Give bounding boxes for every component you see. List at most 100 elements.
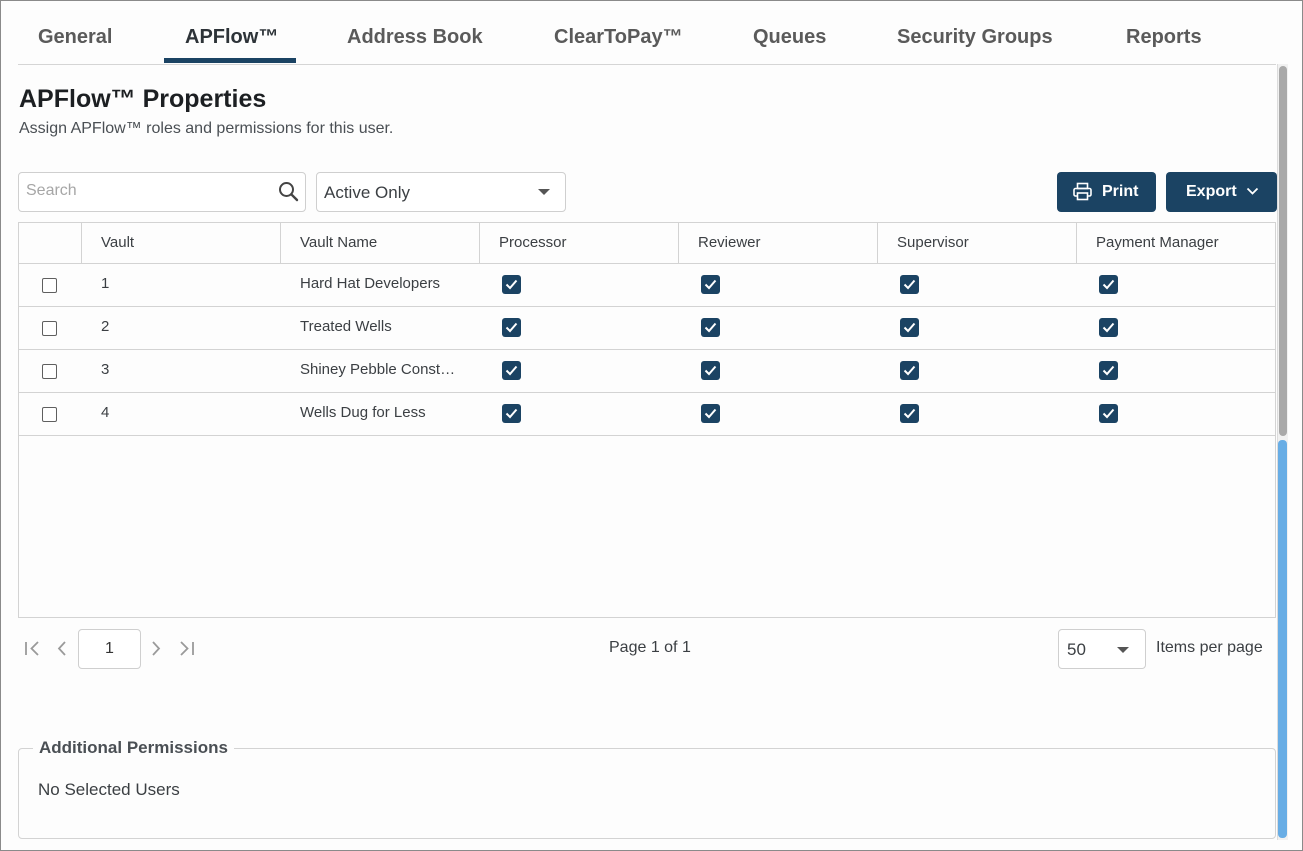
next-page-icon[interactable] <box>150 640 162 657</box>
dropdown-caret-icon <box>538 189 550 195</box>
row-select-checkbox[interactable] <box>42 407 57 422</box>
table-row: 2 Treated Wells <box>19 306 1275 350</box>
page-subtitle: Assign APFlow™ roles and permissions for… <box>19 120 394 137</box>
reviewer-checkbox[interactable] <box>701 404 720 423</box>
scrollbar-upper-segment[interactable] <box>1279 66 1287 436</box>
processor-checkbox[interactable] <box>502 404 521 423</box>
export-button-label: Export <box>1186 183 1237 200</box>
status-filter-value: Active Only <box>324 183 410 202</box>
column-header-payment-manager[interactable]: Payment Manager <box>1077 223 1275 263</box>
payment-manager-checkbox[interactable] <box>1099 404 1118 423</box>
supervisor-checkbox[interactable] <box>900 404 919 423</box>
reviewer-checkbox[interactable] <box>701 275 720 294</box>
active-tab-indicator <box>164 58 296 63</box>
payment-manager-checkbox[interactable] <box>1099 361 1118 380</box>
additional-permissions-panel <box>18 748 1276 839</box>
checkmark-icon <box>903 408 916 419</box>
print-button-label: Print <box>1102 183 1139 200</box>
prev-page-icon[interactable] <box>56 640 68 657</box>
processor-checkbox[interactable] <box>502 361 521 380</box>
grid-header: Vault Vault Name Processor Reviewer Supe… <box>19 223 1275 264</box>
vault-number: 4 <box>101 404 110 421</box>
reviewer-checkbox[interactable] <box>701 318 720 337</box>
checkmark-icon <box>1102 279 1115 290</box>
row-select-checkbox[interactable] <box>42 321 57 336</box>
column-header-supervisor[interactable]: Supervisor <box>878 223 1077 263</box>
supervisor-checkbox[interactable] <box>900 275 919 294</box>
checkmark-icon <box>903 279 916 290</box>
checkmark-icon <box>903 365 916 376</box>
payment-manager-checkbox[interactable] <box>1099 275 1118 294</box>
page-number-field <box>78 629 141 669</box>
vault-number: 2 <box>101 318 110 335</box>
checkmark-icon <box>505 279 518 290</box>
status-filter-select[interactable]: Active Only <box>316 172 566 212</box>
vault-roles-grid: Vault Vault Name Processor Reviewer Supe… <box>18 222 1276 618</box>
column-header-vault-name[interactable]: Vault Name <box>281 223 480 263</box>
vault-name: Hard Hat Developers <box>300 275 441 292</box>
last-page-icon[interactable] <box>177 640 195 657</box>
page-info: Page 1 of 1 <box>609 639 691 656</box>
vault-name: Wells Dug for Less <box>300 404 426 421</box>
page-size-label: Items per page <box>1156 639 1263 656</box>
dropdown-caret-icon <box>1117 647 1129 653</box>
reviewer-checkbox[interactable] <box>701 361 720 380</box>
checkmark-icon <box>1102 365 1115 376</box>
tab-address-book[interactable]: Address Book <box>347 26 483 49</box>
checkmark-icon <box>1102 322 1115 333</box>
chevron-down-icon <box>1246 187 1259 195</box>
printer-icon <box>1073 182 1092 201</box>
checkmark-icon <box>505 408 518 419</box>
column-header-label: Vault Name <box>300 234 378 251</box>
page-size-value: 50 <box>1067 640 1086 659</box>
column-header-label: Payment Manager <box>1096 234 1219 251</box>
supervisor-checkbox[interactable] <box>900 318 919 337</box>
vault-name: Treated Wells <box>300 318 392 335</box>
table-row: 4 Wells Dug for Less <box>19 392 1275 436</box>
tab-security-groups[interactable]: Security Groups <box>897 26 1053 49</box>
search-box <box>18 172 306 212</box>
column-header-label: Vault <box>101 234 135 251</box>
tab-cleartopay[interactable]: ClearToPay™ <box>554 26 683 49</box>
scrollbar-thumb[interactable] <box>1278 440 1287 838</box>
select-column-header <box>19 223 82 263</box>
row-select-checkbox[interactable] <box>42 364 57 379</box>
additional-permissions-empty-text: No Selected Users <box>38 780 180 799</box>
search-input[interactable] <box>19 173 276 209</box>
column-header-processor[interactable]: Processor <box>480 223 679 263</box>
vault-number: 1 <box>101 275 110 292</box>
checkmark-icon <box>505 322 518 333</box>
processor-checkbox[interactable] <box>502 275 521 294</box>
first-page-icon[interactable] <box>24 640 42 657</box>
tab-general[interactable]: General <box>38 26 112 49</box>
additional-permissions-legend: Additional Permissions <box>33 738 234 758</box>
vault-name: Shiney Pebble Const… <box>300 361 456 378</box>
row-select-checkbox[interactable] <box>42 278 57 293</box>
checkmark-icon <box>903 322 916 333</box>
payment-manager-checkbox[interactable] <box>1099 318 1118 337</box>
column-header-label: Processor <box>499 234 567 251</box>
search-icon[interactable] <box>278 181 299 202</box>
tab-reports[interactable]: Reports <box>1126 26 1202 49</box>
column-header-label: Reviewer <box>698 234 761 251</box>
page-size-select[interactable]: 50 <box>1058 629 1146 669</box>
print-button[interactable]: Print <box>1057 172 1156 212</box>
checkmark-icon <box>704 365 717 376</box>
checkmark-icon <box>704 408 717 419</box>
tab-apflow[interactable]: APFlow™ <box>185 26 278 49</box>
processor-checkbox[interactable] <box>502 318 521 337</box>
page-number-input[interactable] <box>79 630 140 668</box>
supervisor-checkbox[interactable] <box>900 361 919 380</box>
tab-queues[interactable]: Queues <box>753 26 826 49</box>
checkmark-icon <box>704 279 717 290</box>
table-row: 3 Shiney Pebble Const… <box>19 349 1275 393</box>
column-header-reviewer[interactable]: Reviewer <box>679 223 878 263</box>
vault-number: 3 <box>101 361 110 378</box>
column-header-label: Supervisor <box>897 234 969 251</box>
column-header-vault[interactable]: Vault <box>82 223 281 263</box>
checkmark-icon <box>704 322 717 333</box>
checkmark-icon <box>1102 408 1115 419</box>
page-title: APFlow™ Properties <box>19 85 267 113</box>
table-row: 1 Hard Hat Developers <box>19 263 1275 307</box>
export-button[interactable]: Export <box>1166 172 1277 212</box>
